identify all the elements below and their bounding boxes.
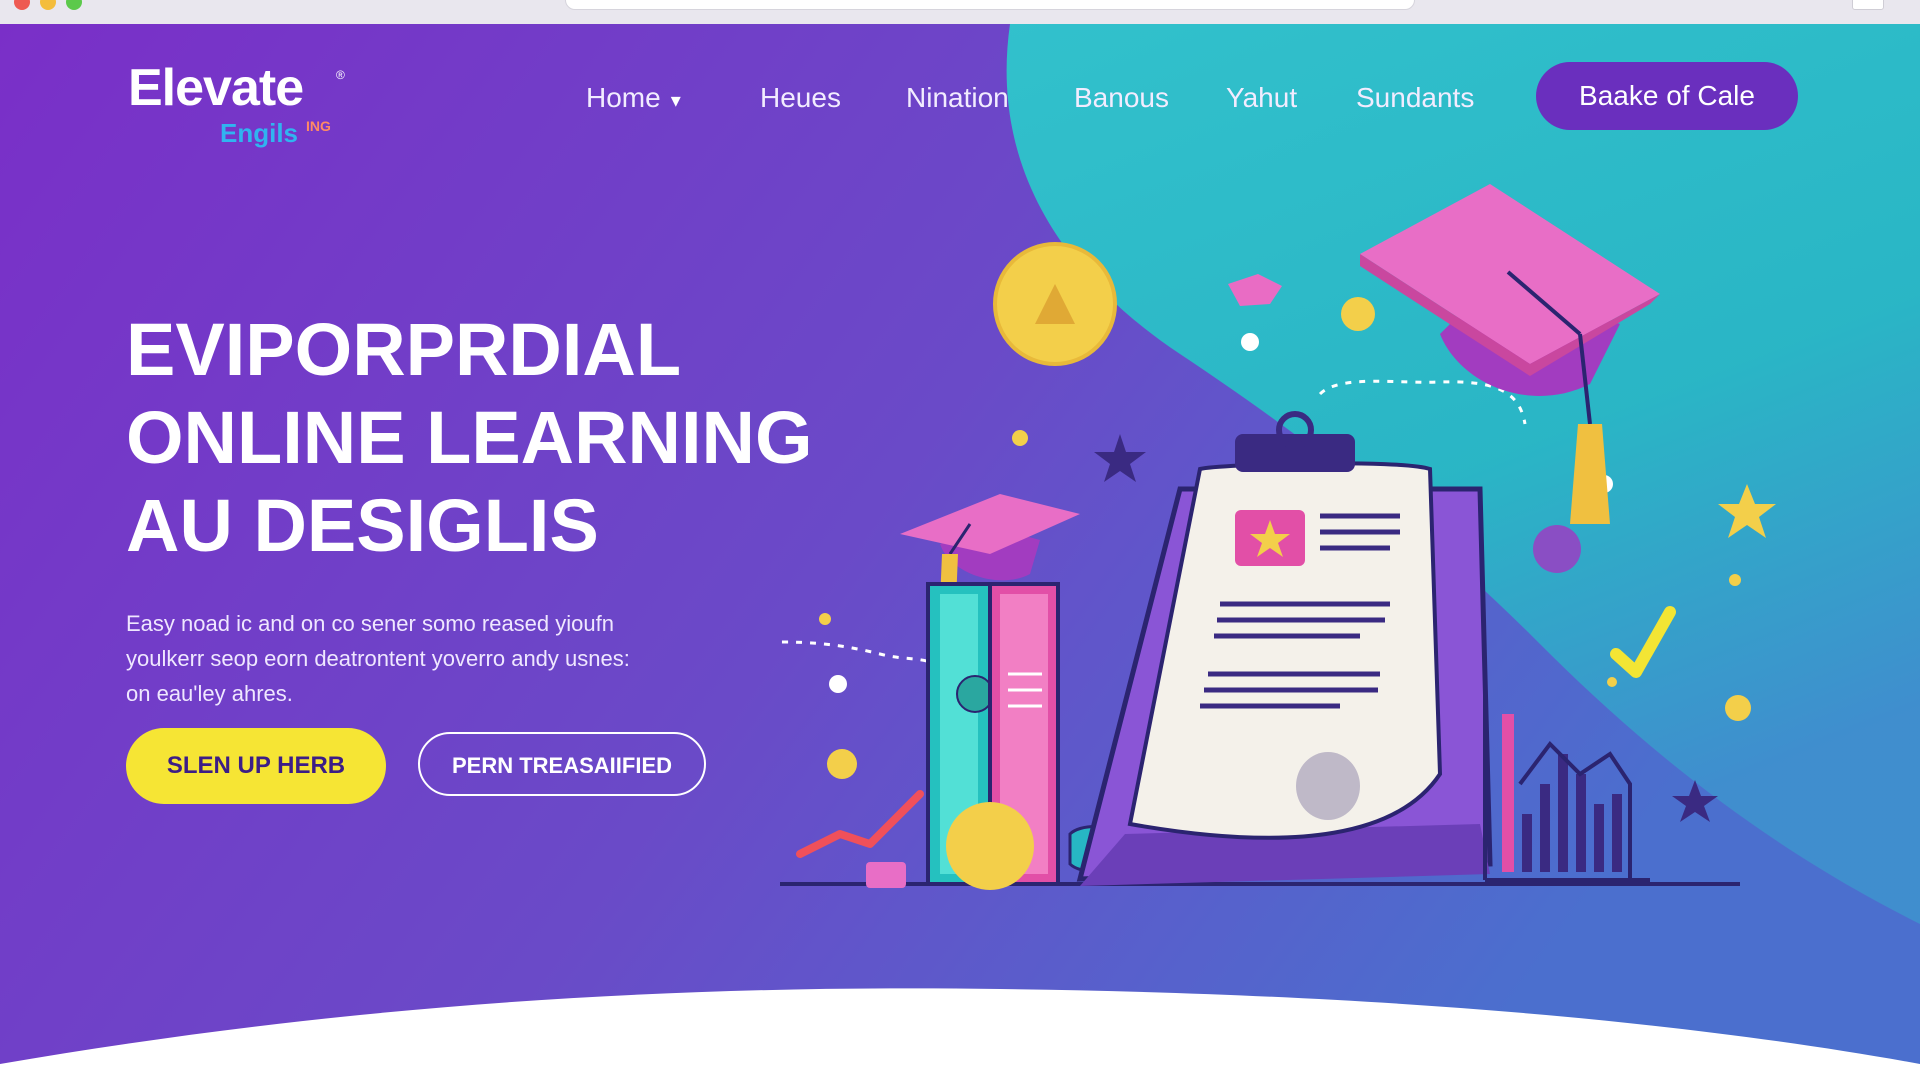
star-icon bbox=[1672, 780, 1718, 822]
browser-toolbar bbox=[0, 0, 1920, 25]
browser-menu-icon[interactable] bbox=[1852, 0, 1884, 10]
learn-more-button[interactable]: PERN TREASAIIFIED bbox=[418, 732, 706, 796]
hero-description-line: Easy noad ic and on co sener somo reased… bbox=[126, 611, 614, 636]
nav-item-banous[interactable]: Banous bbox=[1074, 82, 1169, 114]
hero-illustration bbox=[780, 184, 1776, 890]
hero-title-line: EVIPORPRDIAL bbox=[126, 308, 682, 391]
nav-item-yahut[interactable]: Yahut bbox=[1226, 82, 1297, 114]
coin-icon bbox=[1725, 695, 1751, 721]
sparkle-dot bbox=[1607, 677, 1617, 687]
sparkle-dot bbox=[1012, 430, 1028, 446]
dotted-path bbox=[1318, 379, 1527, 425]
window-minimize-icon[interactable] bbox=[40, 0, 56, 10]
hero-description: Easy noad ic and on co sener somo reased… bbox=[126, 606, 766, 711]
coin-icon bbox=[946, 802, 1034, 890]
nav-item-label: Home bbox=[586, 82, 661, 113]
sparkle-dot bbox=[1729, 574, 1741, 586]
hero-description-line: youlkerr seop eorn deatrontent yoverro a… bbox=[126, 646, 630, 671]
bar-chart-icon bbox=[1483, 664, 1650, 882]
logo[interactable]: Elevate ® Engils ING bbox=[128, 59, 345, 148]
nav-item-heues[interactable]: Heues bbox=[760, 82, 841, 114]
address-bar[interactable] bbox=[565, 0, 1415, 10]
sparkle-dot bbox=[1241, 333, 1259, 351]
star-icon bbox=[1094, 434, 1146, 482]
dotted-path bbox=[780, 640, 950, 676]
logo-subtitle-superscript: ING bbox=[306, 118, 331, 134]
logo-registered-mark: ® bbox=[336, 68, 345, 82]
logo-subtitle: Engils bbox=[220, 118, 299, 148]
nav-item-nination[interactable]: Nination bbox=[906, 82, 1009, 114]
coin-icon bbox=[993, 242, 1117, 366]
hero-title-line: AU DESIGLIS bbox=[126, 484, 599, 567]
coin-icon bbox=[1341, 297, 1375, 331]
sparkle-dot bbox=[829, 675, 847, 693]
star-icon bbox=[1718, 484, 1776, 538]
hero-description-line: on eau'ley ahres. bbox=[126, 681, 293, 706]
pencil-box bbox=[866, 862, 906, 888]
hero-title: EVIPORPRDIAL ONLINE LEARNING AU DESIGLIS bbox=[126, 306, 846, 570]
badge-icon bbox=[1533, 525, 1581, 573]
nav-item-home[interactable]: Home ▾ bbox=[586, 82, 681, 114]
checkmark-icon bbox=[1610, 606, 1676, 678]
window-close-icon[interactable] bbox=[14, 0, 30, 10]
clipboard-icon bbox=[1076, 411, 1493, 886]
nav-cta-button[interactable]: Baake of Cale bbox=[1536, 62, 1798, 130]
logo-wordmark: Elevate bbox=[128, 59, 304, 117]
nav-item-sundants[interactable]: Sundants bbox=[1356, 82, 1474, 114]
chevron-down-icon: ▾ bbox=[670, 90, 681, 112]
window-maximize-icon[interactable] bbox=[66, 0, 82, 10]
trend-line-icon bbox=[796, 790, 924, 858]
sign-up-button[interactable]: SLEN UP HERB bbox=[126, 728, 386, 804]
sparkle-dot bbox=[819, 613, 831, 625]
coin-icon bbox=[827, 749, 857, 779]
hero-section: Elevate ® Engils ING Home ▾ Heues Ninatio… bbox=[0, 24, 1920, 1080]
hero-title-line: ONLINE LEARNING bbox=[126, 396, 813, 479]
gem-icon bbox=[1228, 274, 1282, 306]
